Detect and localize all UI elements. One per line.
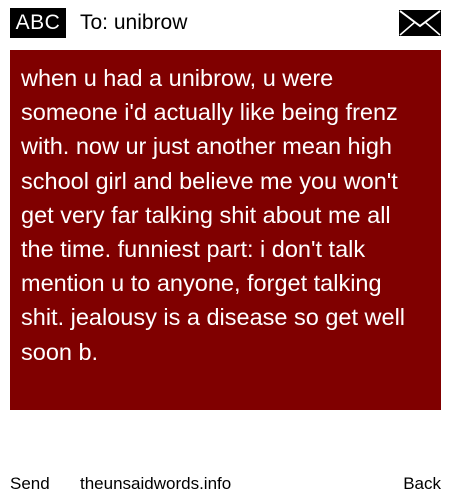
envelope-icon[interactable] <box>399 10 441 36</box>
back-button[interactable]: Back <box>403 470 441 498</box>
send-button[interactable]: Send <box>10 470 50 498</box>
abc-badge: ABC <box>10 8 66 38</box>
message-box: when u had a unibrow, u were someone i'd… <box>10 50 441 410</box>
site-name: theunsaidwords.info <box>80 474 232 493</box>
footer-bar: Send theunsaidwords.info Back <box>0 470 450 498</box>
header-bar: ABC To: unibrow <box>0 0 450 48</box>
message-text: when u had a unibrow, u were someone i'd… <box>21 65 406 365</box>
recipient-field: To: unibrow <box>80 11 188 34</box>
